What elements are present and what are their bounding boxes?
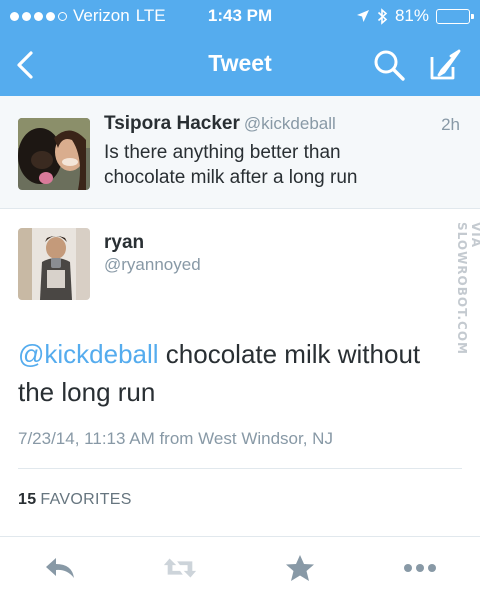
retweet-icon[interactable] — [162, 553, 198, 583]
favorite-icon[interactable] — [282, 553, 318, 583]
avatar[interactable] — [18, 228, 90, 300]
battery-percent: 81% — [394, 6, 429, 25]
reply-tweet-text: Is there anything better than chocolate … — [104, 142, 358, 188]
mention-link[interactable]: @kickdeball — [18, 339, 159, 369]
favorites-number: 15 — [18, 491, 37, 508]
top-header: Verizon LTE 1:43 PM 81% Tweet — [0, 0, 480, 96]
battery-icon — [436, 8, 474, 24]
search-icon[interactable] — [372, 48, 406, 82]
location-icon — [356, 10, 369, 22]
watermark: VIA SLOWROBOT.COM — [455, 222, 480, 382]
action-bar — [0, 536, 480, 597]
status-right: 81% — [356, 6, 474, 26]
bluetooth-icon — [377, 7, 388, 25]
reply-author-name: Tsipora Hacker — [104, 113, 240, 134]
nav-bar: Tweet — [0, 34, 480, 96]
main-tweet: ryan @ryannoyed @kickdeball chocolate mi… — [0, 209, 480, 529]
reply-icon[interactable] — [42, 553, 78, 583]
reply-author[interactable]: Tsipora Hacker @kickdeball — [104, 113, 336, 135]
favorites-count[interactable]: 15 FAVORITES — [18, 491, 132, 509]
page-title: Tweet — [208, 50, 272, 76]
status-bar: Verizon LTE 1:43 PM 81% — [0, 0, 480, 34]
reply-timestamp: 2h — [441, 115, 460, 134]
watermark-text: VIA SLOWROBOT.COM — [455, 222, 480, 355]
in-reply-to-tweet[interactable]: Tsipora Hacker @kickdeball 2h Is there an… — [0, 96, 480, 209]
author-name[interactable]: ryan — [104, 232, 144, 254]
divider — [18, 468, 462, 469]
reply-author-handle: @kickdeball — [243, 114, 336, 133]
tweet-text: @kickdeball chocolate milk without the l… — [18, 335, 448, 411]
compose-icon[interactable] — [428, 48, 462, 82]
tweet-timestamp-location: 7/23/14, 11:13 AM from West Windsor, NJ — [18, 429, 333, 448]
favorites-label: FAVORITES — [40, 491, 132, 508]
author-handle[interactable]: @ryannoyed — [104, 255, 201, 275]
avatar[interactable] — [18, 118, 90, 190]
more-icon[interactable] — [402, 553, 438, 583]
